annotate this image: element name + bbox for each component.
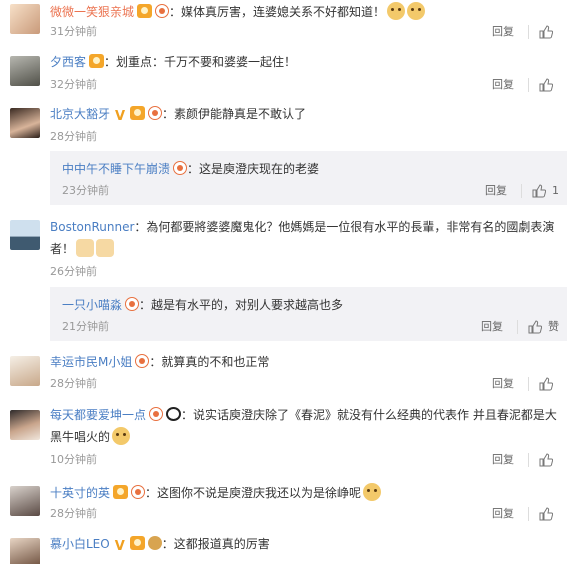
praying-hands-icon (76, 239, 95, 257)
comment-time: 28分钟前 (50, 377, 97, 390)
comment-item: 每天都要爱坤一点 ：说实话庾澄庆除了《春泥》就没有什么经典的代表作 并且春泥都是大… (0, 404, 567, 470)
comment-username[interactable]: 幸运市民M小姐 (50, 355, 132, 369)
comment-text: ：这是庾澄庆现在的老婆 (187, 162, 320, 176)
comment-time: 10分钟前 (50, 453, 97, 466)
comment-item: 十英寸的英 ：这图你不说是庾澄庆我还以为是徐峥呢 28分钟前 回复 (0, 482, 567, 526)
divider (521, 184, 522, 198)
thumbs-up-icon (539, 78, 553, 92)
comment-username[interactable]: 北京大豁牙 (50, 107, 110, 121)
thumbs-up-icon (539, 507, 553, 521)
avatar[interactable] (10, 108, 40, 138)
like-button[interactable] (539, 507, 559, 521)
comment-username[interactable]: 一只小喵淼 (62, 298, 122, 312)
reply-button[interactable]: 回复 (492, 452, 514, 468)
panda-icon (166, 407, 182, 421)
verified-v-icon[interactable]: V (113, 540, 127, 554)
avatar[interactable] (10, 538, 40, 564)
sub-reply: 中中午不睡下午崩溃 ：这是庾澄庆现在的老婆 23分钟前 回复 1 (50, 151, 567, 205)
comment-text: ：素颜伊能静真是不敢认了 (162, 107, 307, 121)
like-button[interactable]: 1 (532, 183, 559, 199)
comment-item: 幸运市民M小姐 ：就算真的不和也正常 28分钟前 回复 (0, 352, 567, 396)
vip-badge-icon[interactable] (137, 4, 153, 18)
thumbs-up-icon (532, 184, 546, 198)
emoji-face-icon (112, 427, 131, 445)
comment-username[interactable]: 每天都要爱坤一点 (50, 408, 146, 422)
like-button[interactable] (539, 78, 559, 92)
like-count: 1 (552, 184, 559, 197)
comment-time: 21分钟前 (62, 320, 109, 333)
emoji-face-icon (387, 2, 406, 20)
divider (528, 25, 529, 39)
comment-text: ：划重点：千万不要和婆婆一起住！ (104, 55, 297, 69)
comment-text: ：越是有水平的，对别人要求越高也多 (139, 298, 344, 312)
divider (528, 507, 529, 521)
fan-badge-icon[interactable] (149, 407, 164, 421)
comment-text: ：这都报道真的厉害 (161, 537, 270, 551)
reply-button[interactable]: 回复 (492, 77, 514, 93)
vip-badge-icon[interactable] (130, 106, 146, 120)
comment-username[interactable]: 十英寸的英 (50, 486, 110, 500)
comment-text: ：媒体真厉害，连婆媳关系不好都知道！ (169, 5, 386, 19)
like-button[interactable]: 赞 (528, 319, 559, 335)
reply-button[interactable]: 回复 (492, 24, 514, 40)
reply-button[interactable]: 回复 (485, 183, 507, 199)
divider (528, 78, 529, 92)
like-button[interactable] (539, 25, 559, 39)
comment-item: BostonRunner：為何都要將婆婆魔鬼化？他媽媽是一位很有水平的長輩，非常… (0, 216, 567, 280)
fan-badge-icon[interactable] (135, 354, 150, 368)
vip-badge-icon[interactable] (89, 54, 105, 68)
comment-username[interactable]: 慕小白LEO (50, 537, 110, 551)
vip-badge-icon[interactable] (129, 536, 145, 550)
comment-time: 26分钟前 (50, 265, 97, 278)
verified-v-icon[interactable]: V (113, 110, 127, 124)
comment-time: 23分钟前 (62, 184, 109, 197)
comment-text: ：就算真的不和也正常 (149, 355, 270, 369)
comment-username[interactable]: 中中午不睡下午崩溃 (62, 162, 170, 176)
thumbs-up-icon (539, 453, 553, 467)
avatar[interactable] (10, 220, 40, 250)
avatar[interactable] (10, 56, 40, 86)
fan-badge-icon[interactable] (155, 4, 170, 18)
comment-item: 北京大豁牙 V ：素颜伊能静真是不敢认了 28分钟前 (0, 104, 567, 148)
comment-item: 慕小白LEO V ：这都报道真的厉害 (0, 534, 567, 564)
avatar[interactable] (10, 486, 40, 516)
comment-text: ：这图你不说是庾澄庆我还以为是徐峥呢 (145, 486, 362, 500)
comment-item: 微微一笑狠亲城 ：媒体真厉害，连婆媳关系不好都知道！ 31分钟前 回复 (0, 0, 567, 46)
fan-badge-icon[interactable] (131, 485, 146, 499)
comment-time: 32分钟前 (50, 78, 97, 91)
comment-item: 夕西客 ：划重点：千万不要和婆婆一起住！ 32分钟前 回复 (0, 52, 567, 96)
sub-reply: 一只小喵淼 ：越是有水平的，对别人要求越高也多 21分钟前 回复 赞 (50, 287, 567, 341)
avatar[interactable] (10, 356, 40, 386)
medal-badge-icon[interactable] (147, 536, 162, 550)
comment-username[interactable]: 微微一笑狠亲城 (50, 5, 134, 19)
like-count: 赞 (548, 320, 559, 333)
fan-badge-icon[interactable] (148, 106, 163, 120)
divider (528, 453, 529, 467)
divider (528, 377, 529, 391)
comment-time: 31分钟前 (50, 25, 97, 38)
comment-time: 28分钟前 (50, 507, 97, 520)
emoji-face-icon (363, 483, 382, 501)
thumbs-up-icon (528, 320, 542, 334)
fan-badge-icon[interactable] (125, 297, 140, 311)
reply-button[interactable]: 回复 (492, 376, 514, 392)
divider (517, 320, 518, 334)
comment-username[interactable]: 夕西客 (50, 55, 86, 69)
thumbs-up-icon (539, 25, 553, 39)
fan-badge-icon[interactable] (173, 161, 188, 175)
like-button[interactable] (539, 377, 559, 391)
thumbs-up-icon (539, 377, 553, 391)
reply-button[interactable]: 回复 (492, 506, 514, 522)
vip-badge-icon[interactable] (113, 485, 129, 499)
avatar[interactable] (10, 410, 40, 440)
comment-time: 28分钟前 (50, 130, 97, 143)
avatar[interactable] (10, 4, 40, 34)
comment-username[interactable]: BostonRunner (50, 220, 134, 234)
reply-button[interactable]: 回复 (481, 319, 503, 335)
like-button[interactable] (539, 453, 559, 467)
praying-hands-icon (96, 239, 115, 257)
emoji-face-icon (407, 2, 426, 20)
